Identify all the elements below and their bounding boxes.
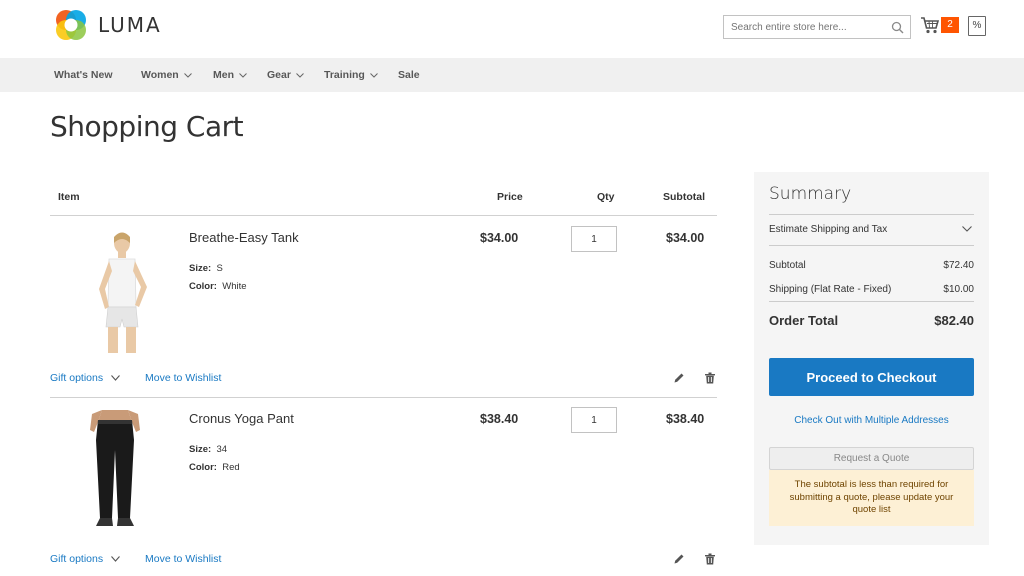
- summary-title: Summary: [769, 184, 852, 204]
- nav-item-sale[interactable]: Sale: [398, 58, 420, 92]
- column-header-qty: Qty: [597, 191, 615, 203]
- trash-icon[interactable]: [704, 372, 716, 384]
- chevron-down-icon: [111, 556, 121, 562]
- shipping-value: $10.00: [943, 284, 974, 295]
- divider: [50, 397, 717, 398]
- page-title: Shopping Cart: [50, 110, 244, 143]
- search-box[interactable]: [723, 15, 911, 39]
- attribute-value: S: [216, 263, 223, 274]
- pencil-icon[interactable]: [673, 372, 685, 384]
- item-price: $34.00: [480, 231, 519, 245]
- chevron-down-icon[interactable]: [962, 226, 972, 232]
- attribute-label: Color:: [189, 462, 217, 473]
- luma-logo-icon: [56, 10, 86, 40]
- cart-count-badge[interactable]: 2: [941, 17, 959, 33]
- nav-item-training[interactable]: Training: [324, 58, 378, 92]
- attribute-value: White: [222, 281, 247, 292]
- divider: [769, 245, 974, 246]
- nav-item-whats-new[interactable]: What's New: [54, 58, 113, 92]
- item-price: $38.40: [480, 412, 519, 426]
- order-total-label: Order Total: [769, 313, 839, 328]
- product-name-link[interactable]: Cronus Yoga Pant: [189, 411, 294, 426]
- attribute-value: Red: [222, 462, 240, 473]
- move-to-wishlist-link[interactable]: Move to Wishlist: [145, 553, 221, 565]
- product-attribute-color: Color: White: [189, 281, 247, 292]
- compare-icon[interactable]: %: [968, 16, 986, 36]
- nav-item-label: Men: [213, 68, 234, 81]
- nav-item-label: Sale: [398, 68, 420, 81]
- nav-item-label: Women: [141, 68, 179, 81]
- divider: [50, 215, 717, 216]
- chevron-down-icon: [111, 375, 121, 381]
- column-header-subtotal: Subtotal: [663, 191, 705, 203]
- product-attribute-size: Size: S: [189, 263, 223, 274]
- attribute-label: Color:: [189, 281, 217, 292]
- brand-name: LUMA: [98, 13, 162, 37]
- chevron-down-icon: [239, 72, 247, 78]
- chevron-down-icon: [183, 72, 192, 78]
- gift-options-label: Gift options: [50, 553, 104, 565]
- chevron-down-icon: [369, 72, 378, 78]
- item-subtotal: $38.40: [666, 412, 705, 426]
- request-quote-button[interactable]: Request a Quote: [769, 447, 974, 470]
- product-attribute-size: Size: 34: [189, 444, 227, 455]
- qty-input[interactable]: [571, 226, 617, 252]
- cart-summary: Summary Estimate Shipping and Tax Subtot…: [754, 172, 989, 545]
- estimate-shipping-toggle[interactable]: Estimate Shipping and Tax: [769, 224, 887, 235]
- qty-input[interactable]: [571, 407, 617, 433]
- proceed-to-checkout-button[interactable]: Proceed to Checkout: [769, 358, 974, 396]
- nav-item-men[interactable]: Men: [213, 58, 247, 92]
- pencil-icon[interactable]: [673, 553, 685, 565]
- divider: [769, 301, 974, 302]
- store-logo[interactable]: LUMA: [54, 8, 162, 42]
- nav-item-label: Training: [324, 68, 365, 81]
- cart-icon[interactable]: [920, 16, 940, 34]
- main-nav: What's New Women Men Gear Training Sale: [0, 58, 1024, 92]
- item-subtotal: $34.00: [666, 231, 705, 245]
- product-name-link[interactable]: Breathe-Easy Tank: [189, 230, 299, 245]
- gift-options-toggle[interactable]: Gift options: [50, 372, 121, 384]
- order-total-value: $82.40: [934, 313, 974, 328]
- product-image-cronus-yoga-pant[interactable]: [80, 410, 150, 532]
- subtotal-value: $72.40: [943, 260, 974, 271]
- header: LUMA 2 %: [0, 0, 1024, 58]
- divider: [769, 214, 974, 215]
- quote-notice: The subtotal is less than required for s…: [769, 470, 974, 526]
- attribute-value: 34: [216, 444, 228, 455]
- column-header-item: Item: [58, 191, 80, 203]
- move-to-wishlist-link[interactable]: Move to Wishlist: [145, 372, 221, 384]
- nav-item-label: What's New: [54, 68, 113, 81]
- product-attribute-color: Color: Red: [189, 462, 240, 473]
- attribute-label: Size:: [189, 444, 212, 455]
- search-input[interactable]: [724, 21, 884, 33]
- shipping-label: Shipping (Flat Rate - Fixed): [769, 284, 892, 295]
- nav-item-women[interactable]: Women: [141, 58, 192, 92]
- attribute-label: Size:: [189, 263, 212, 274]
- multiple-addresses-link[interactable]: Check Out with Multiple Addresses: [754, 415, 989, 426]
- column-header-price: Price: [497, 191, 523, 203]
- gift-options-toggle[interactable]: Gift options: [50, 553, 121, 565]
- nav-item-label: Gear: [267, 68, 291, 81]
- nav-item-gear[interactable]: Gear: [267, 58, 304, 92]
- trash-icon[interactable]: [704, 553, 716, 565]
- product-image-breathe-easy-tank[interactable]: [85, 229, 157, 355]
- search-icon[interactable]: [891, 21, 904, 34]
- subtotal-label: Subtotal: [769, 260, 806, 271]
- chevron-down-icon: [296, 72, 304, 78]
- gift-options-label: Gift options: [50, 372, 104, 384]
